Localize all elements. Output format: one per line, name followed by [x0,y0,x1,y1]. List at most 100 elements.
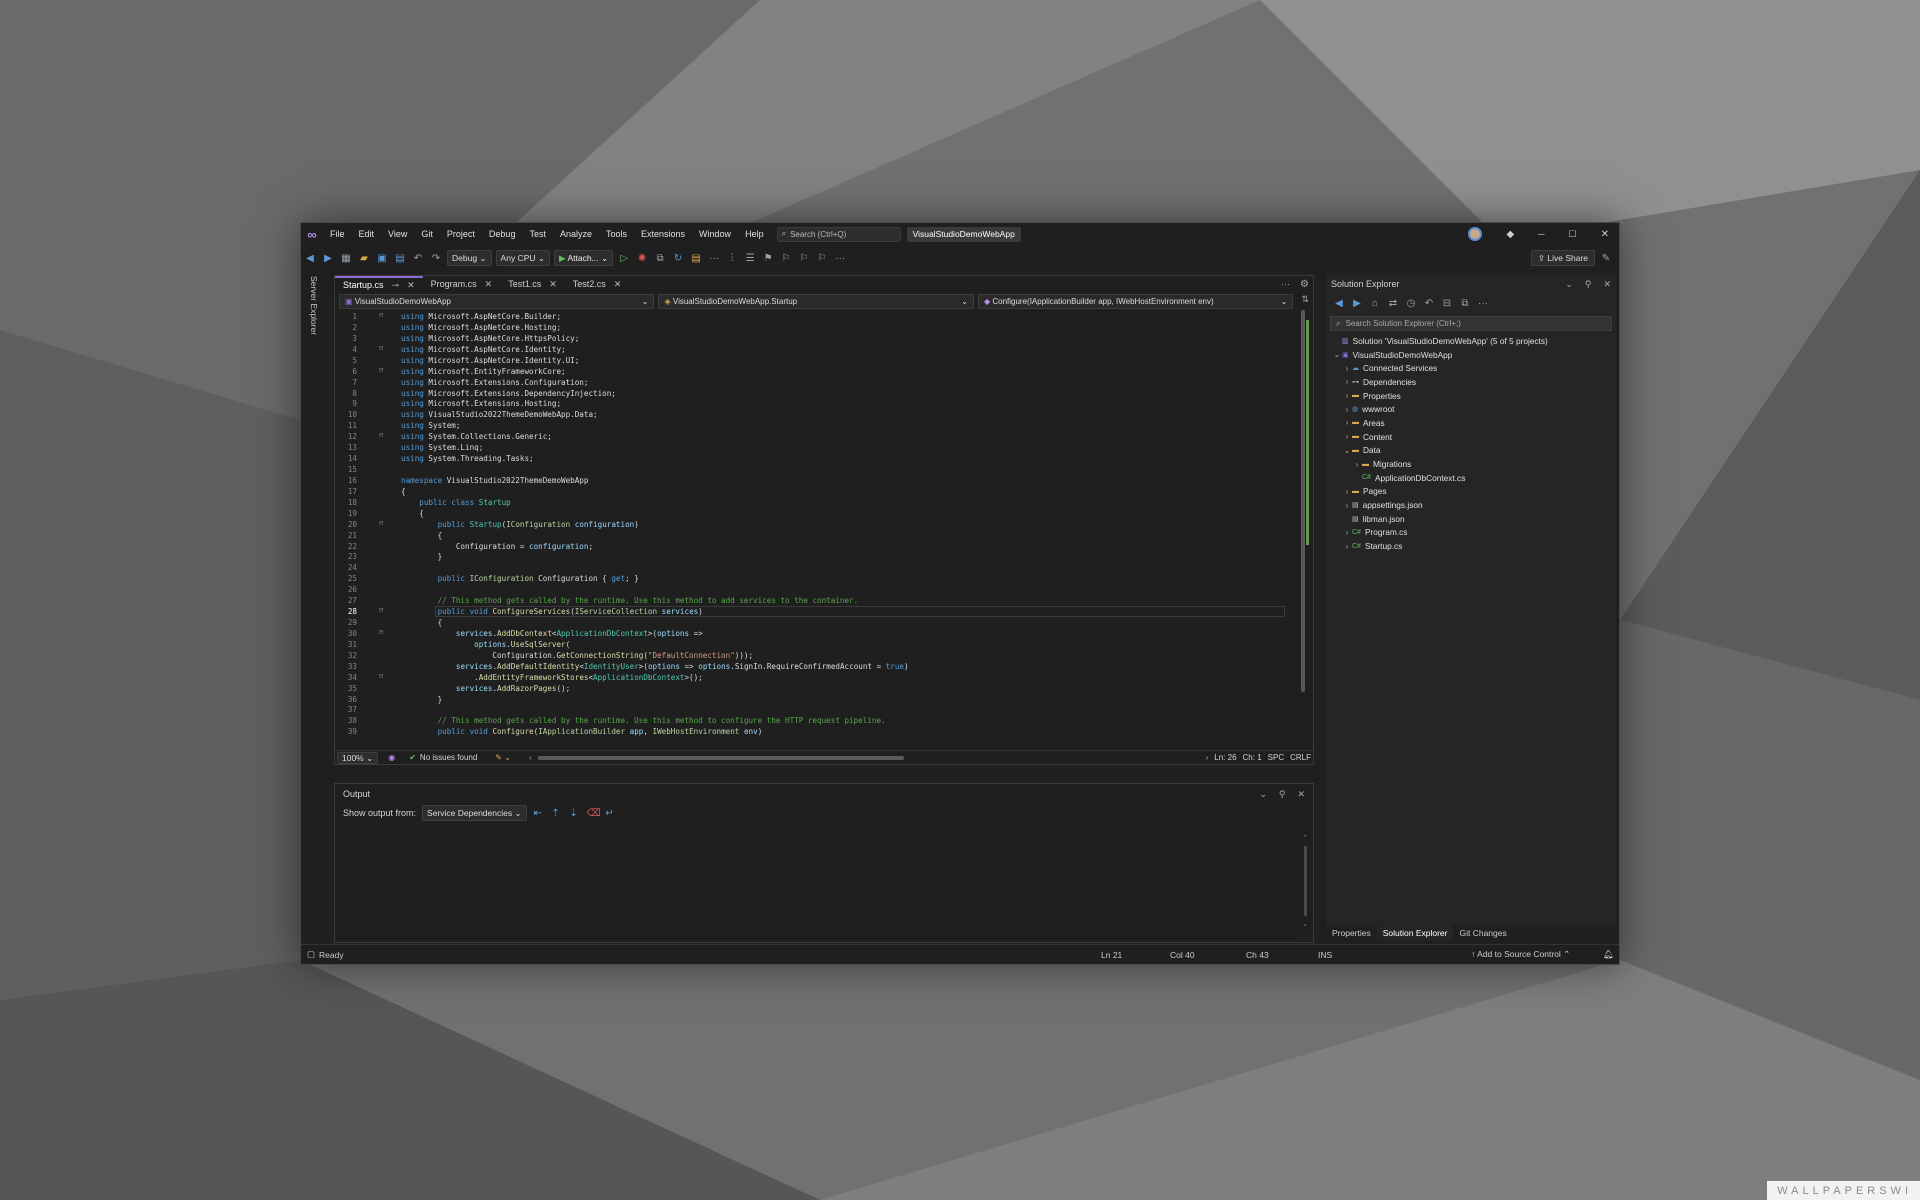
menu-item-edit[interactable]: Edit [352,223,382,245]
browser-link-icon[interactable]: ⧉ [655,253,665,264]
redo-icon[interactable]: ↷ [431,253,441,264]
scrollbar-thumb[interactable] [1301,310,1305,692]
switch-views-icon[interactable]: ⇄ [1388,298,1398,309]
tab-startup-cs[interactable]: Startup.cs ⊸ ✕ [335,276,423,293]
toolbox-icon[interactable]: ▤ [691,253,701,264]
se-back-icon[interactable]: ◀ [1334,298,1344,309]
expand-chevron-icon[interactable]: › [1342,528,1352,537]
fold-toggle-icon[interactable]: ⊟ [379,344,383,352]
line-ending-indicator[interactable]: CRLF [1290,753,1311,762]
format-icon[interactable]: ☰ [745,253,755,264]
find-message-icon[interactable]: ⇤ [533,808,543,819]
fold-toggle-icon[interactable]: ⊟ [379,628,383,636]
expand-chevron-icon[interactable]: › [1342,364,1352,373]
feedback-icon[interactable]: ◆ [1506,229,1514,240]
tree-item[interactable]: › ▬ Migrations [1332,457,1616,471]
output-options-icon[interactable]: ⌄ [1259,789,1267,800]
fold-toggle-icon[interactable]: ⊟ [379,672,383,680]
start-without-debug-icon[interactable]: ▷ [619,253,629,264]
back-icon[interactable]: ◀ [305,253,315,264]
code-cleanup-icon[interactable]: ✎ ⌄ [495,753,511,762]
menu-item-test[interactable]: Test [522,223,553,245]
feedback-toolbar-icon[interactable]: ✎ [1601,253,1611,264]
add-to-source-control[interactable]: ↑ Add to Source Control ⌃ [1471,949,1570,960]
bookmark-prev-icon[interactable]: ⚐ [799,253,809,264]
expand-chevron-icon[interactable]: › [1342,501,1352,510]
menu-item-view[interactable]: View [381,223,414,245]
tab-overflow-icon[interactable]: ··· [1281,276,1290,293]
menu-item-window[interactable]: Window [692,223,738,245]
tree-item[interactable]: › C# Startup.cs [1332,539,1616,553]
tab-test1-cs[interactable]: Test1.cs ✕ [500,276,565,293]
fold-toggle-icon[interactable]: ⊟ [379,606,383,614]
code-area[interactable]: 1 using Microsoft.AspNetCore.Builder; 2 usi… [335,310,1297,738]
se-options-icon[interactable]: ⌄ [1565,279,1573,290]
se-tab-properties[interactable]: Properties [1326,925,1377,941]
pin-icon[interactable]: ⊸ [392,277,400,294]
menu-item-help[interactable]: Help [738,223,771,245]
avatar[interactable] [1468,227,1483,241]
pending-changes-filter-icon[interactable]: ◷ [1406,298,1416,309]
tree-item[interactable]: ▥ Solution 'VisualStudioDemoWebApp' (5 of… [1332,334,1616,348]
tab-program-cs[interactable]: Program.cs ✕ [423,276,501,293]
output-scroll-thumb[interactable] [1303,846,1307,916]
diagnostics-icon[interactable]: ⫶ [727,253,737,264]
menu-item-project[interactable]: Project [440,223,482,245]
live-share-button[interactable]: ⇪ Live Share [1530,250,1595,266]
server-explorer-tab[interactable]: Server Explorer [309,276,319,335]
undo-icon[interactable]: ↶ [413,253,423,264]
menu-item-extensions[interactable]: Extensions [634,223,692,245]
expand-chevron-icon[interactable]: › [1342,542,1352,551]
horizontal-scrollbar[interactable] [537,755,904,760]
se-forward-icon[interactable]: ▶ [1352,298,1362,309]
char-indicator[interactable]: Ch: 1 [1243,753,1262,762]
fold-toggle-icon[interactable]: ⊟ [379,366,383,374]
hot-reload-icon[interactable]: ✺ [637,253,647,264]
platform-dropdown[interactable]: Any CPU ⌄ [495,250,550,266]
tree-item[interactable]: ⌄ ▣ VisualStudioDemoWebApp [1332,348,1616,362]
expand-chevron-icon[interactable]: › [1352,460,1362,469]
se-tab-git-changes[interactable]: Git Changes [1453,925,1512,941]
close-icon[interactable]: ✕ [1601,229,1609,240]
menu-item-debug[interactable]: Debug [482,223,523,245]
forward-icon[interactable]: ▶ [323,253,333,264]
se-search-box[interactable]: ⌕ Search Solution Explorer (Ctrl+;) [1330,316,1612,331]
se-close-icon[interactable]: ✕ [1603,279,1611,290]
tree-item[interactable]: ⌄ ▬ Data [1332,444,1616,458]
expand-chevron-icon[interactable]: › [1342,377,1352,386]
issues-text[interactable]: No issues found [420,753,477,762]
split-icon[interactable]: ⇅ [1301,294,1309,309]
attach-button[interactable]: ▶ Attach... ⌄ [554,250,614,266]
expand-chevron-icon[interactable]: › [1342,418,1352,427]
menu-item-file[interactable]: File [323,223,352,245]
fold-toggle-icon[interactable]: ⊟ [379,311,383,319]
expand-chevron-icon[interactable]: › [1342,391,1352,400]
tree-item[interactable]: ▤ libman.json [1332,512,1616,526]
fold-toggle-icon[interactable]: ⊟ [379,519,383,527]
menu-item-tools[interactable]: Tools [599,223,634,245]
spacing-indicator[interactable]: SPC [1268,753,1284,762]
tab-close-icon[interactable]: ✕ [407,277,415,294]
scroll-left-icon[interactable]: ‹ [529,753,532,762]
bookmark-icon[interactable]: ⚑ [763,253,773,264]
settings-icon[interactable]: ⚙ [1300,276,1309,293]
tab-close-icon[interactable]: ✕ [614,276,622,293]
maximize-icon[interactable]: ☐ [1569,229,1577,240]
zoom-dropdown[interactable]: 100% ⌄ [337,751,379,764]
tree-item[interactable]: › ◍ wwwroot [1332,402,1616,416]
home-icon[interactable]: ⌂ [1370,298,1380,309]
tree-item[interactable]: › ▤ appsettings.json [1332,498,1616,512]
open-icon[interactable]: ▰ [359,253,369,264]
save-all-icon[interactable]: ▤ [395,253,405,264]
prev-message-icon[interactable]: ⇡ [551,808,561,819]
output-source-dropdown[interactable]: Service Dependencies ⌄ [422,805,527,821]
tree-item[interactable]: › ▬ Pages [1332,485,1616,499]
se-tab-solution-explorer[interactable]: Solution Explorer [1376,925,1454,941]
tree-item[interactable]: › ☁ Connected Services [1332,361,1616,375]
tree-item[interactable]: › ▬ Properties [1332,389,1616,403]
expand-chevron-icon[interactable]: › [1342,487,1352,496]
refresh-icon[interactable]: ↻ [673,253,683,264]
line-indicator[interactable]: Ln: 26 [1214,753,1236,762]
fold-toggle-icon[interactable]: ⊟ [379,431,383,439]
output-text-area[interactable] [336,834,1296,940]
